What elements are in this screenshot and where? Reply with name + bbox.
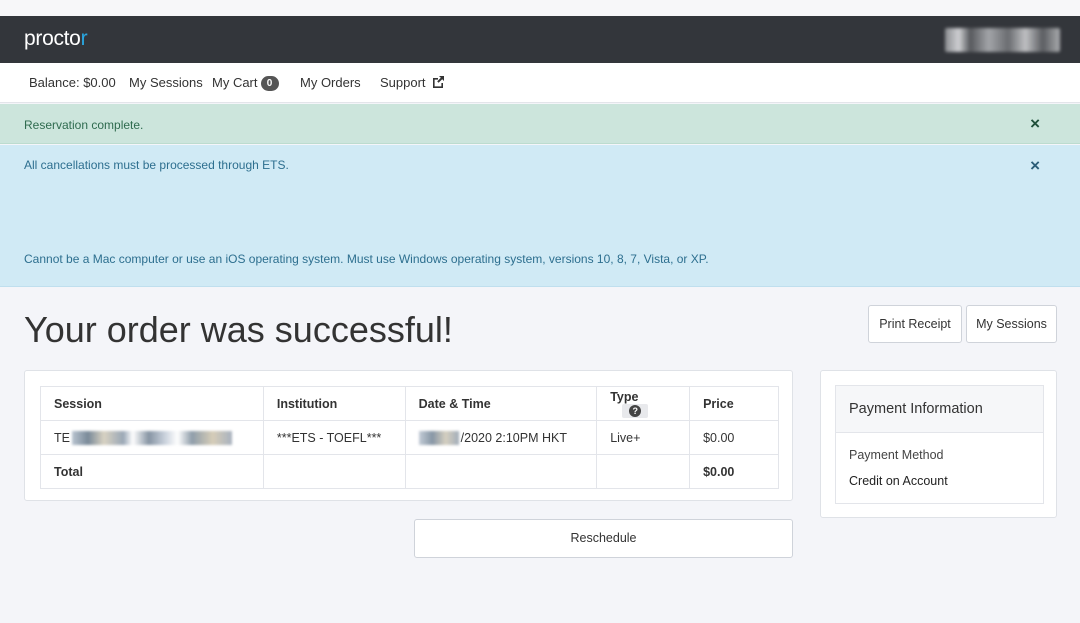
logo-text: procto (24, 27, 81, 50)
price-cell: $0.00 (689, 420, 779, 455)
col-header-price: Price (689, 386, 779, 421)
balance-label: Balance: $0.00 (29, 75, 116, 90)
success-message: Reservation complete. (24, 118, 144, 132)
logo-accent: r (80, 27, 88, 50)
reservation-success-alert: Reservation complete. × (0, 104, 1080, 144)
reschedule-button[interactable]: Reschedule (414, 519, 793, 558)
top-strip (0, 0, 1080, 16)
nav-my-orders[interactable]: My Orders (300, 75, 361, 91)
type-cell: Live+ (596, 420, 691, 455)
proctoru-logo[interactable]: proctor (24, 27, 88, 51)
empty-cell (262, 454, 406, 489)
empty-cell (596, 454, 691, 489)
payment-panel-title: Payment Information (836, 386, 1043, 433)
info-alert: All cancellations must be processed thro… (0, 145, 1080, 287)
redacted-date (418, 430, 459, 445)
nav-support[interactable]: Support (380, 75, 445, 91)
session-cell: TE (40, 420, 264, 455)
question-circle-icon[interactable] (622, 403, 649, 418)
my-sessions-button[interactable]: My Sessions (966, 305, 1057, 343)
page-title: Your order was successful! (24, 309, 453, 350)
col-header-datetime: Date & Time (404, 386, 598, 421)
order-table: Session Institution Date & Time Type Pri… (40, 386, 779, 489)
nav-support-label: Support (380, 75, 426, 90)
table-row: TE ***ETS - TOEFL*** /2020 2:10PM HKT Li… (40, 420, 779, 455)
total-label: Total (40, 454, 264, 489)
payment-method-label: Payment Method (849, 448, 944, 462)
cancellation-message: All cancellations must be processed thro… (24, 158, 289, 172)
col-header-session: Session (40, 386, 264, 421)
close-info-alert-icon[interactable]: × (1030, 157, 1040, 174)
user-menu-redacted[interactable] (945, 28, 1060, 52)
total-row: Total $0.00 (40, 454, 779, 489)
empty-cell (404, 454, 598, 489)
institution-cell: ***ETS - TOEFL*** (262, 420, 406, 455)
sub-navigation: Balance: $0.00 My Sessions My Cart 0 My O… (0, 63, 1080, 103)
payment-info-card: Payment Information Payment Method Credi… (820, 370, 1057, 518)
print-receipt-button[interactable]: Print Receipt (868, 305, 962, 343)
nav-my-cart[interactable]: My Cart 0 (212, 75, 279, 91)
datetime-suffix: /2020 2:10PM HKT (460, 430, 567, 445)
col-header-type-label: Type (610, 389, 639, 404)
nav-my-sessions[interactable]: My Sessions (129, 75, 203, 91)
navbar: proctor (0, 16, 1080, 63)
datetime-cell: /2020 2:10PM HKT (404, 420, 598, 455)
session-prefix: TE (54, 430, 70, 445)
os-requirement-message: Cannot be a Mac computer or use an iOS o… (24, 252, 709, 266)
redacted-session-name (71, 430, 232, 445)
order-summary-card: Session Institution Date & Time Type Pri… (24, 370, 793, 501)
external-link-icon (432, 76, 444, 88)
nav-my-cart-label: My Cart (212, 75, 258, 90)
payment-method-value: Credit on Account (849, 474, 948, 488)
table-header-row: Session Institution Date & Time Type Pri… (40, 386, 779, 421)
cart-count-badge: 0 (260, 76, 279, 91)
payment-panel: Payment Information Payment Method Credi… (835, 385, 1044, 504)
total-value: $0.00 (689, 454, 779, 489)
col-header-institution: Institution (262, 386, 406, 421)
close-success-alert-icon[interactable]: × (1030, 115, 1040, 132)
col-header-type: Type (596, 386, 691, 421)
